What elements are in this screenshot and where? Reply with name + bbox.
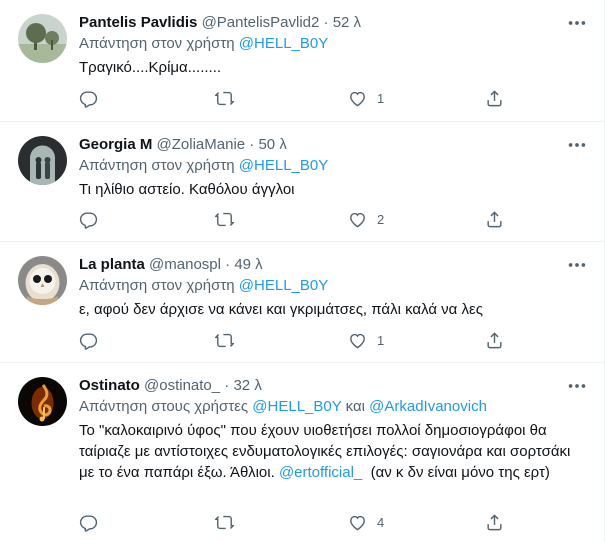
retweet-icon xyxy=(215,89,234,108)
heart-icon xyxy=(348,210,367,229)
tweet-text-part: (αν κ δν είναι μόνο της ερτ) xyxy=(362,464,550,481)
timestamp[interactable]: 32 λ xyxy=(233,377,261,394)
separator-dot: · xyxy=(249,136,255,153)
tweet-actions: 1 xyxy=(79,329,509,351)
tweet-text: Τραγικό....Κρίμα........ xyxy=(79,59,222,76)
retweet-icon xyxy=(215,210,234,229)
reply-thread: Pantelis Pavlidis @PantelisPavlid2 · 52 … xyxy=(0,0,605,542)
timestamp[interactable]: 49 λ xyxy=(234,256,262,273)
heart-icon xyxy=(348,89,367,108)
mention-link[interactable]: @ertofficial_ xyxy=(279,464,362,481)
share-icon xyxy=(485,210,504,229)
share-icon xyxy=(485,513,504,532)
landscape-tree-avatar[interactable] xyxy=(18,14,67,63)
tweet-text: ε, αφού δεν άρχισε να κάνει και γκριμάτσ… xyxy=(79,301,483,318)
reply-context: Απάντηση στον χρήστη @HELL_B0Y xyxy=(79,156,582,176)
reply-context: Απάντηση στους χρήστες @HELL_B0Y και @Ar… xyxy=(79,397,582,417)
reply-icon xyxy=(79,331,98,350)
author-handle[interactable]: @ostinato_ xyxy=(144,377,220,394)
reply-button[interactable] xyxy=(79,87,108,109)
mention-link[interactable]: @HELL_B0Y xyxy=(252,398,341,415)
retweet-button[interactable] xyxy=(215,208,244,230)
more-horizontal-icon[interactable] xyxy=(566,134,588,156)
tweet-item[interactable]: Georgia M @ZoliaManie · 50 λ Απάντηση στ… xyxy=(0,122,604,242)
more-horizontal-icon[interactable] xyxy=(566,12,588,34)
like-count: 1 xyxy=(377,90,385,106)
fire-clef-avatar[interactable] xyxy=(18,377,67,426)
share-button[interactable] xyxy=(485,208,504,230)
tweet-body: Ostinato @ostinato_ · 32 λ Απάντηση στου… xyxy=(79,376,582,483)
share-button[interactable] xyxy=(485,87,504,109)
tweet-header: Pantelis Pavlidis @PantelisPavlid2 · 52 … xyxy=(79,13,582,33)
mention-link[interactable]: @ArkadIvanovich xyxy=(369,398,487,415)
heart-icon xyxy=(348,331,367,350)
tweet-body: Georgia M @ZoliaManie · 50 λ Απάντηση στ… xyxy=(79,135,582,200)
tweet-header: La planta @manospl · 49 λ xyxy=(79,255,582,275)
owl-avatar[interactable] xyxy=(18,256,67,305)
author-handle[interactable]: @ZoliaManie xyxy=(157,136,246,153)
more-horizontal-icon[interactable] xyxy=(566,254,588,276)
tweet-body: La planta @manospl · 49 λ Απάντηση στον … xyxy=(79,255,582,320)
reply-context-label: Απάντηση στους χρήστες xyxy=(79,398,253,415)
reply-icon xyxy=(79,513,98,532)
like-button[interactable]: 1 xyxy=(348,329,384,351)
reply-context: Απάντηση στον χρήστη @HELL_B0Y xyxy=(79,276,582,296)
share-icon xyxy=(485,331,504,350)
reply-context-joiner: και xyxy=(341,398,370,415)
reply-button[interactable] xyxy=(79,208,108,230)
tweet-body: Pantelis Pavlidis @PantelisPavlid2 · 52 … xyxy=(79,13,582,78)
more-horizontal-icon[interactable] xyxy=(566,375,588,397)
retweet-icon xyxy=(215,513,234,532)
author-name[interactable]: Pantelis Pavlidis xyxy=(79,14,197,31)
tweet-header: Ostinato @ostinato_ · 32 λ xyxy=(79,376,582,396)
mention-link[interactable]: @HELL_B0Y xyxy=(239,277,328,294)
timestamp[interactable]: 50 λ xyxy=(258,136,286,153)
like-count: 4 xyxy=(377,514,385,530)
like-count: 2 xyxy=(377,211,385,227)
author-handle[interactable]: @PantelisPavlid2 xyxy=(202,14,320,31)
tweet-header: Georgia M @ZoliaManie · 50 λ xyxy=(79,135,582,155)
heart-icon xyxy=(348,513,367,532)
tweet-text: Το "καλοκαιρινό ύφος" που έχουν υιοθετήσ… xyxy=(79,420,582,483)
reply-context: Απάντηση στον χρήστη @HELL_B0Y xyxy=(79,34,582,54)
tweet-item[interactable]: Pantelis Pavlidis @PantelisPavlid2 · 52 … xyxy=(0,0,604,122)
separator-dot: · xyxy=(323,14,329,31)
author-name[interactable]: Georgia M xyxy=(79,136,152,153)
share-button[interactable] xyxy=(485,511,504,533)
like-count: 1 xyxy=(377,332,385,348)
retweet-button[interactable] xyxy=(215,329,244,351)
like-button[interactable]: 4 xyxy=(348,511,384,533)
mention-link[interactable]: @HELL_B0Y xyxy=(239,35,328,52)
like-button[interactable]: 1 xyxy=(348,87,384,109)
tweet-text: Τι ηλίθιο αστείο. Καθόλου άγγλοι xyxy=(79,181,295,198)
retweet-button[interactable] xyxy=(215,87,244,109)
tweet-item[interactable]: La planta @manospl · 49 λ Απάντηση στον … xyxy=(0,242,604,363)
tweet-actions: 1 xyxy=(79,87,509,109)
reply-context-label: Απάντηση στον χρήστη xyxy=(79,277,239,294)
like-button[interactable]: 2 xyxy=(348,208,384,230)
reply-icon xyxy=(79,89,98,108)
separator-dot: · xyxy=(224,377,230,394)
retweet-button[interactable] xyxy=(215,511,244,533)
mention-link[interactable]: @HELL_B0Y xyxy=(239,157,328,174)
timestamp[interactable]: 52 λ xyxy=(333,14,361,31)
tweet-item[interactable]: Ostinato @ostinato_ · 32 λ Απάντηση στου… xyxy=(0,363,604,542)
author-name[interactable]: Ostinato xyxy=(79,377,140,394)
share-button[interactable] xyxy=(485,329,504,351)
author-handle[interactable]: @manospl xyxy=(149,256,221,273)
reply-context-label: Απάντηση στον χρήστη xyxy=(79,35,239,52)
author-name[interactable]: La planta xyxy=(79,256,145,273)
arch-figures-avatar[interactable] xyxy=(18,136,67,185)
reply-icon xyxy=(79,210,98,229)
tweet-actions: 2 xyxy=(79,208,509,230)
reply-button[interactable] xyxy=(79,329,108,351)
tweet-actions: 4 xyxy=(79,511,509,533)
reply-button[interactable] xyxy=(79,511,108,533)
reply-context-label: Απάντηση στον χρήστη xyxy=(79,157,239,174)
share-icon xyxy=(485,89,504,108)
separator-dot: · xyxy=(225,256,231,273)
retweet-icon xyxy=(215,331,234,350)
